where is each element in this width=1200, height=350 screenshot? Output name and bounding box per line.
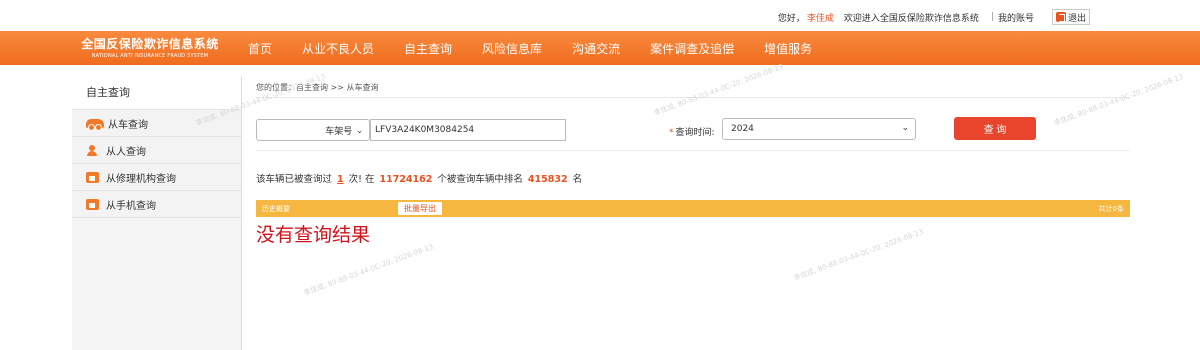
nav-value-added[interactable]: 增值服务 [764,40,812,57]
nav-menu: 首页 从业不良人员 自主查询 风险信息库 沟通交流 案件调查及追偿 增值服务 [248,31,842,65]
user-info: 您好， 李佳成 欢迎进入全国反保险欺诈信息系统 | 我的账号 退出 [778,9,1090,25]
watermark: 李佳成, 80-88-03-44-0C-20, 2026-08-13 [302,242,435,298]
history-total: 共计0条 [1098,205,1124,213]
query-statistics: 该车辆已被查询过 1 次! 在 11724162 个被查询车辆中排名 415832 名 [256,171,1130,185]
top-utility-bar: 您好， 李佳成 欢迎进入全国反保险欺诈信息系统 | 我的账号 退出 [0,0,1200,31]
history-title: 历史概要 [262,205,290,213]
query-time-value: 2024 [731,124,754,134]
required-mark: * [669,128,674,138]
query-time-label: * 查询时间: [669,125,715,138]
stat-prefix: 该车辆已被查询过 [256,174,333,185]
repair-shop-icon [86,171,99,183]
sidebar-item-phone-query[interactable]: 从手机查询 [72,191,241,218]
sidebar: 自主查询 从车查询 从人查询 从修理机构查询 从手机查询 [72,76,242,350]
username[interactable]: 李佳成 [807,11,834,24]
car-icon [86,118,104,131]
sidebar-item-label: 从修理机构查询 [106,173,176,185]
sidebar-item-label: 从人查询 [106,146,146,158]
brand-logo[interactable]: 全国反保险欺诈信息系统 NATIONAL ANTI INSURANCE FRAU… [70,35,230,59]
greeting-text: 您好， [777,13,805,24]
nav-home[interactable]: 首页 [248,40,272,57]
query-button[interactable]: 查 询 [954,117,1036,140]
stat-mid2: 个被查询车辆中排名 [437,174,523,185]
nav-case-investigation[interactable]: 案件调查及追偿 [650,40,734,57]
stat-rank: 415832 [527,174,568,185]
sidebar-item-repair-shop-query[interactable]: 从修理机构查询 [72,164,241,191]
welcome-text: 欢迎进入全国反保险欺诈信息系统 [843,13,979,24]
brand-title: 全国反保险欺诈信息系统 [81,37,219,51]
sidebar-item-vehicle-query[interactable]: 从车查询 [72,110,241,137]
history-summary-bar: 历史概要 批量导出 共计0条 [256,200,1130,217]
query-type-value: 车架号 [325,126,353,137]
stat-total-vehicles: 11724162 [379,174,433,185]
sidebar-item-label: 从手机查询 [106,200,156,212]
stat-suffix: 名 [572,174,583,185]
sidebar-title: 自主查询 [72,76,241,110]
stat-query-count[interactable]: 1 [337,174,344,185]
chevron-down-icon: ⌄ [356,125,363,135]
main-navbar: 全国反保险欺诈信息系统 NATIONAL ANTI INSURANCE FRAU… [0,31,1200,65]
my-account-link[interactable]: 我的账号 [998,11,1034,24]
nav-bad-personnel[interactable]: 从业不良人员 [302,40,374,57]
breadcrumb: 您的位置：自主查询 >> 从车查询 [256,76,1130,98]
query-time-select[interactable]: 2024 ⌄ [722,118,916,140]
sidebar-item-label: 从车查询 [108,119,148,131]
query-type-select[interactable]: 车架号 ⌄ [256,119,370,141]
logout-label: 退出 [1067,13,1086,24]
query-form: 车架号 ⌄ LFV3A24K0M3084254 * 查询时间: 2024 ⌄ 查 … [256,98,1130,151]
batch-export-button[interactable]: 批量导出 [398,202,442,215]
main-content: 您的位置：自主查询 >> 从车查询 车架号 ⌄ LFV3A24K0M308425… [256,76,1130,247]
logout-icon [1055,12,1066,22]
brand-subtitle: NATIONAL ANTI INSURANCE FRAUD SYSTEM [91,53,209,59]
nav-communication[interactable]: 沟通交流 [572,40,620,57]
sidebar-item-person-query[interactable]: 从人查询 [72,137,241,164]
separator: | [990,12,994,22]
nav-risk-database[interactable]: 风险信息库 [482,40,542,57]
stat-mid1: 次! 在 [348,174,375,185]
logout-button[interactable]: 退出 [1051,9,1090,25]
person-icon [86,144,99,156]
chevron-down-icon: ⌄ [901,123,909,133]
no-result-message: 没有查询结果 [256,224,371,246]
vin-input[interactable]: LFV3A24K0M3084254 [370,119,566,141]
nav-self-query[interactable]: 自主查询 [404,40,452,57]
query-time-text: 查询时间: [675,128,715,138]
phone-icon [86,198,99,210]
